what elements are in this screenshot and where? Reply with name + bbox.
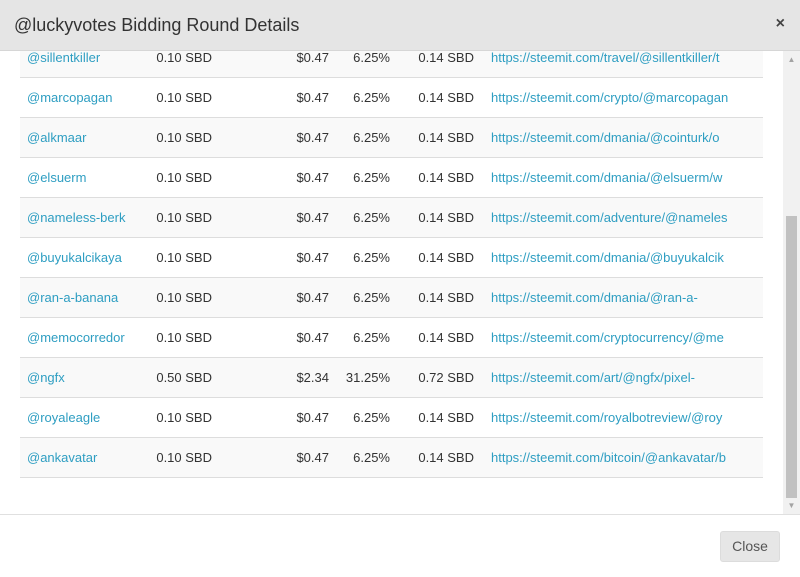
share-percent: 6.25% — [353, 210, 390, 225]
table-row: @nameless-berk 0.10 SBD $0.47 6.25% 0.14 SBD… — [20, 198, 763, 238]
bid-amount: 0.10 SBD — [156, 250, 212, 265]
modal-footer: Close — [0, 514, 800, 577]
sbd-value: 0.14 SBD — [418, 90, 474, 105]
post-url-link[interactable]: https://steemit.com/dmania/@elsuerm/w — [491, 170, 741, 186]
share-percent: 6.25% — [353, 330, 390, 345]
sbd-value: 0.14 SBD — [418, 170, 474, 185]
modal-title: @luckyvotes Bidding Round Details — [14, 15, 300, 35]
post-url-link[interactable]: https://steemit.com/adventure/@nameles — [491, 210, 741, 226]
user-link[interactable]: @sillentkiller — [27, 51, 100, 66]
share-percent: 6.25% — [353, 250, 390, 265]
usd-value: $0.47 — [296, 210, 329, 225]
user-link[interactable]: @ran-a-banana — [27, 290, 118, 306]
share-percent: 6.25% — [353, 130, 390, 145]
sbd-value: 0.14 SBD — [418, 410, 474, 425]
modal-header: @luckyvotes Bidding Round Details × — [0, 0, 800, 51]
scrollbar[interactable]: ▲ ▼ — [783, 51, 800, 514]
sbd-value: 0.14 SBD — [418, 51, 474, 65]
user-link[interactable]: @ngfx — [27, 370, 65, 386]
table-row: @royaleagle 0.10 SBD $0.47 6.25% 0.14 SBD htt… — [20, 398, 763, 438]
share-percent: 31.25% — [345, 370, 390, 385]
post-url-link[interactable]: https://steemit.com/dmania/@buyukalcik — [491, 250, 741, 266]
share-percent: 6.25% — [353, 450, 390, 465]
usd-value: $0.47 — [296, 130, 329, 145]
usd-value: $0.47 — [296, 250, 329, 265]
bid-amount: 0.10 SBD — [156, 170, 212, 185]
bid-amount: 0.10 SBD — [156, 90, 212, 105]
usd-value: $0.47 — [296, 51, 329, 65]
sbd-value: 0.14 SBD — [418, 330, 474, 345]
post-url-link[interactable]: https://steemit.com/art/@ngfx/pixel- — [491, 370, 741, 386]
bid-amount: 0.10 SBD — [156, 330, 212, 345]
post-url-link[interactable]: https://steemit.com/crypto/@marcopagan — [491, 90, 741, 106]
user-link[interactable]: @ankavatar — [27, 450, 97, 466]
table-row: @marcopagan 0.10 SBD $0.47 6.25% 0.14 SBD htt… — [20, 78, 763, 118]
usd-value: $0.47 — [296, 450, 329, 465]
bid-amount: 0.50 SBD — [156, 370, 212, 385]
bids-table: @sillentkiller 0.10 SBD $0.47 6.25% 0.14 SBD… — [20, 51, 763, 478]
table-row: @sillentkiller 0.10 SBD $0.47 6.25% 0.14 SBD… — [20, 51, 763, 78]
post-url-link[interactable]: https://steemit.com/dmania/@cointurk/o — [491, 130, 741, 146]
scrollbar-thumb[interactable] — [786, 216, 797, 498]
user-link[interactable]: @alkmaar — [27, 130, 86, 146]
share-percent: 6.25% — [353, 410, 390, 425]
post-url-link[interactable]: https://steemit.com/bitcoin/@ankavatar/b — [491, 450, 741, 466]
sbd-value: 0.72 SBD — [418, 370, 474, 385]
share-percent: 6.25% — [353, 90, 390, 105]
bid-amount: 0.10 SBD — [156, 450, 212, 465]
user-link[interactable]: @nameless-berk — [27, 210, 125, 226]
sbd-value: 0.14 SBD — [418, 210, 474, 225]
table-row: @alkmaar 0.10 SBD $0.47 6.25% 0.14 SBD https:… — [20, 118, 763, 158]
modal-body[interactable]: @sillentkiller 0.10 SBD $0.47 6.25% 0.14 SBD… — [0, 51, 800, 514]
post-url-link[interactable]: https://steemit.com/travel/@sillentkille… — [491, 51, 741, 66]
scroll-down-arrow-icon[interactable]: ▼ — [783, 497, 800, 514]
usd-value: $0.47 — [296, 330, 329, 345]
close-button[interactable]: Close — [720, 531, 780, 562]
usd-value: $0.47 — [296, 170, 329, 185]
post-url-link[interactable]: https://steemit.com/royalbotreview/@roy — [491, 410, 741, 426]
sbd-value: 0.14 SBD — [418, 130, 474, 145]
table-row: @memocorredor 0.10 SBD $0.47 6.25% 0.14 SBD h… — [20, 318, 763, 358]
sbd-value: 0.14 SBD — [418, 290, 474, 305]
bid-amount: 0.10 SBD — [156, 410, 212, 425]
bid-amount: 0.10 SBD — [156, 210, 212, 225]
post-url-link[interactable]: https://steemit.com/dmania/@ran-a- — [491, 290, 741, 306]
usd-value: $2.34 — [296, 370, 329, 385]
scroll-up-arrow-icon[interactable]: ▲ — [783, 51, 800, 68]
share-percent: 6.25% — [353, 51, 390, 65]
table-row: @ngfx 0.50 SBD $2.34 31.25% 0.72 SBD https://… — [20, 358, 763, 398]
user-link[interactable]: @buyukalcikaya — [27, 250, 122, 266]
usd-value: $0.47 — [296, 410, 329, 425]
user-link[interactable]: @elsuerm — [27, 170, 86, 186]
usd-value: $0.47 — [296, 290, 329, 305]
table-row: @ran-a-banana 0.10 SBD $0.47 6.25% 0.14 SBD h… — [20, 278, 763, 318]
bid-amount: 0.10 SBD — [156, 130, 212, 145]
table-row: @elsuerm 0.10 SBD $0.47 6.25% 0.14 SBD https:… — [20, 158, 763, 198]
user-link[interactable]: @marcopagan — [27, 90, 112, 106]
table-row: @buyukalcikaya 0.10 SBD $0.47 6.25% 0.14 SBD… — [20, 238, 763, 278]
post-url-link[interactable]: https://steemit.com/cryptocurrency/@me — [491, 330, 741, 346]
usd-value: $0.47 — [296, 90, 329, 105]
sbd-value: 0.14 SBD — [418, 250, 474, 265]
sbd-value: 0.14 SBD — [418, 450, 474, 465]
bid-amount: 0.10 SBD — [156, 290, 212, 305]
user-link[interactable]: @memocorredor — [27, 330, 125, 346]
share-percent: 6.25% — [353, 170, 390, 185]
close-icon[interactable]: × — [776, 15, 785, 33]
bid-amount: 0.10 SBD — [156, 51, 212, 65]
user-link[interactable]: @royaleagle — [27, 410, 100, 426]
share-percent: 6.25% — [353, 290, 390, 305]
table-row: @ankavatar 0.10 SBD $0.47 6.25% 0.14 SBD http… — [20, 438, 763, 478]
